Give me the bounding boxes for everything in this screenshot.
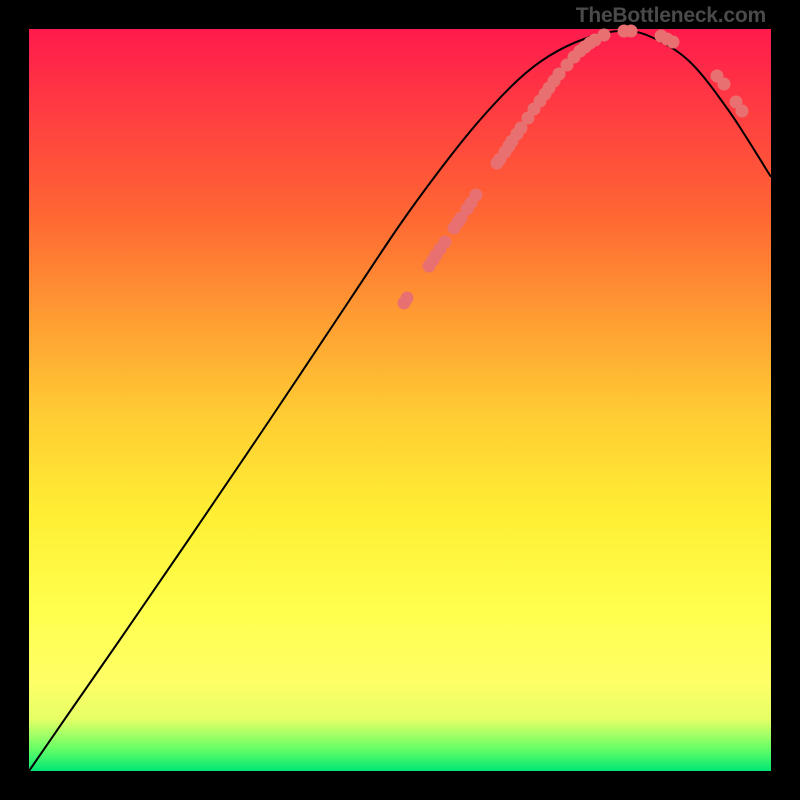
bottleneck-curve-line [29, 31, 771, 771]
chart-marker [470, 189, 483, 202]
chart-marker [401, 292, 414, 305]
chart-marker [598, 29, 611, 42]
chart-plot-area [29, 29, 771, 771]
chart-marker [736, 105, 749, 118]
chart-marker [667, 36, 680, 49]
chart-marker [439, 236, 452, 249]
watermark-text: TheBottleneck.com [576, 4, 766, 28]
chart-svg [29, 29, 771, 771]
chart-marker [718, 78, 731, 91]
